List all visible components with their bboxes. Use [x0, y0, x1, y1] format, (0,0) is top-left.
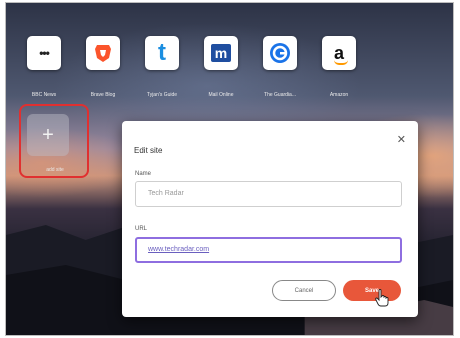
more-dots-icon: •••: [39, 46, 50, 60]
speed-dial-label: Mail Online: [208, 92, 234, 98]
brave-lion-icon: [95, 45, 111, 62]
speed-dial-label: Brave Blog: [90, 92, 116, 98]
add-site-label: add site: [46, 167, 64, 173]
name-label: Name: [135, 171, 152, 177]
dialog-title: Edit site: [134, 146, 163, 155]
name-field[interactable]: Tech Radar: [135, 181, 402, 207]
speed-dial-label: Amazon: [329, 92, 349, 98]
cancel-button[interactable]: Cancel: [272, 280, 336, 301]
speed-dial-tile-5[interactable]: [263, 36, 297, 70]
speed-dial-label: BBC News: [31, 92, 57, 98]
url-field[interactable]: www.techradar.com: [135, 237, 402, 263]
speed-dial-label: Tyjan's Guide: [146, 92, 178, 98]
close-icon[interactable]: ✕: [397, 133, 406, 146]
plus-icon: +: [42, 123, 54, 146]
speed-dial-tile-4[interactable]: m: [204, 36, 238, 70]
speed-dial-tile-3[interactable]: t: [145, 36, 179, 70]
hand-cursor-icon: [375, 289, 389, 307]
letter-m-icon: m: [211, 44, 231, 62]
save-button[interactable]: Save: [343, 280, 401, 301]
speed-dial-tile-2[interactable]: [86, 36, 120, 70]
speed-dial-tile-1[interactable]: •••: [27, 36, 61, 70]
add-site-button[interactable]: +: [27, 114, 69, 156]
url-label: URL: [135, 226, 148, 232]
speed-dial-label: The Guardia...: [264, 92, 296, 98]
speed-dial-tile-6[interactable]: a: [322, 36, 356, 70]
guardian-icon: [270, 43, 290, 63]
amazon-icon: a: [333, 43, 348, 65]
letter-t-icon: t: [158, 39, 166, 66]
browser-new-tab-page: ••• BBC News Brave Blog t Tyjan's Guide …: [5, 2, 454, 336]
edit-site-dialog: Edit site ✕ Name Tech Radar URL www.tech…: [122, 121, 418, 317]
